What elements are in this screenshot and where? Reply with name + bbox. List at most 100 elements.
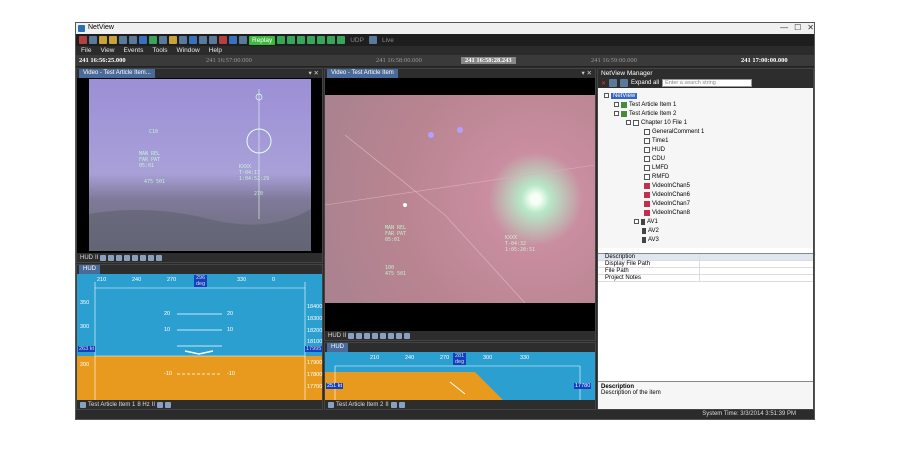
zoom-out-icon[interactable] [108, 254, 115, 261]
tree-node[interactable]: AV2 [642, 226, 659, 235]
tree-node[interactable]: VideoInChan5 [644, 181, 690, 190]
save-icon[interactable] [119, 36, 127, 44]
expand-all-button[interactable]: Expand all [631, 80, 659, 86]
table-icon[interactable] [139, 36, 147, 44]
play-icon[interactable] [297, 36, 306, 44]
event-icon[interactable] [169, 36, 177, 44]
pin-icon[interactable] [398, 401, 405, 408]
property-row[interactable]: Display File Path [598, 261, 813, 268]
maximize-button[interactable]: ☐ [794, 23, 801, 32]
minimize-button[interactable]: — [780, 23, 788, 32]
timeline[interactable]: 241 16:56:25.000 241 16:57:00.000 241 16… [76, 55, 814, 67]
print-icon[interactable] [129, 36, 137, 44]
pause-icon[interactable] [307, 36, 316, 44]
pause-button[interactable]: II [385, 402, 388, 408]
source-select[interactable]: Test Article Item 2 [336, 402, 383, 408]
step-forward-icon[interactable] [317, 36, 326, 44]
tree-node[interactable]: AV1 [634, 217, 658, 226]
live-button[interactable]: Live [382, 37, 394, 44]
menu-window[interactable]: Window [177, 46, 200, 55]
expand-toggle-icon[interactable] [614, 102, 619, 107]
hud-tab-1[interactable]: HUD [79, 265, 100, 274]
menu-file[interactable]: File [81, 46, 91, 55]
stop-icon[interactable] [277, 36, 286, 44]
tree-node[interactable]: Test Article Item 2 [614, 109, 676, 118]
wrench-icon[interactable] [390, 401, 397, 408]
pause-button[interactable]: II [152, 402, 155, 408]
panel-controls[interactable]: ▾ ✕ [581, 69, 592, 78]
tree-node[interactable]: Chapter 10 File 1 [626, 118, 687, 127]
panel-controls[interactable]: ▾ ✕ [308, 69, 319, 78]
property-row[interactable]: File Path [598, 268, 813, 275]
expand-toggle-icon[interactable] [604, 93, 609, 98]
settings-icon[interactable] [148, 254, 155, 261]
arrow-icon[interactable] [229, 36, 237, 44]
source-select[interactable]: Test Article Item 1 [88, 402, 135, 408]
skip-end-icon[interactable] [337, 36, 346, 44]
close-button[interactable]: ✕ [807, 23, 814, 32]
menu-help[interactable]: Help [209, 46, 222, 55]
folder-icon[interactable] [109, 36, 117, 44]
record-icon[interactable] [219, 36, 227, 44]
brightness-icon[interactable] [388, 332, 395, 339]
video-icon[interactable] [189, 36, 197, 44]
tree-node[interactable]: CDU [644, 154, 665, 163]
tree-node[interactable]: LMFD [644, 163, 668, 172]
crosshair-icon[interactable] [132, 254, 139, 261]
tree-node[interactable]: VideoInChan7 [644, 199, 690, 208]
tree-node[interactable]: RMFD [644, 172, 669, 181]
tree-node[interactable]: Time1 [644, 136, 668, 145]
open-folder-icon[interactable] [99, 36, 107, 44]
chart-icon[interactable] [149, 36, 157, 44]
menu-view[interactable]: View [100, 46, 114, 55]
hud-settings-icon[interactable] [80, 401, 86, 408]
pause-button[interactable]: II [343, 333, 346, 339]
tree-node[interactable]: GeneralComment 1 [644, 127, 704, 136]
pin-icon[interactable] [156, 254, 163, 261]
zoom-fit-icon[interactable] [364, 332, 371, 339]
delete-icon[interactable]: ✕ [601, 80, 606, 87]
tree-node[interactable]: AV3 [642, 235, 659, 244]
zoom-fit-icon[interactable] [116, 254, 123, 261]
new-icon[interactable] [89, 36, 97, 44]
network-icon[interactable] [368, 36, 377, 44]
zoom-in-icon[interactable] [348, 332, 355, 339]
tree-node[interactable]: VideoInChan6 [644, 190, 690, 199]
replay-button[interactable]: Replay [249, 35, 276, 45]
property-row[interactable]: Description [598, 254, 813, 261]
refresh-icon[interactable] [620, 79, 629, 87]
tree-node[interactable]: NetView [604, 91, 638, 100]
pin-icon[interactable] [165, 401, 172, 408]
menu-tools[interactable]: Tools [152, 46, 167, 55]
pin-icon[interactable] [404, 332, 411, 339]
video-tab-1[interactable]: Video - Test Article Item... [79, 69, 155, 78]
expand-toggle-icon[interactable] [614, 111, 619, 116]
expand-toggle-icon[interactable] [634, 219, 639, 224]
property-row[interactable]: Project Notes [598, 275, 813, 282]
fast-forward-icon[interactable] [327, 36, 336, 44]
gear-icon[interactable] [239, 36, 247, 44]
tree-node[interactable]: VideoInChan8 [644, 208, 690, 217]
hud-icon[interactable] [199, 36, 207, 44]
tree-node[interactable]: Test Article Item 1 [614, 100, 676, 109]
step-back-icon[interactable] [287, 36, 296, 44]
hud-settings-icon[interactable] [328, 401, 334, 408]
timeline-cursor[interactable]: 241 16:58:28.243 [461, 57, 516, 64]
zoom-out-icon[interactable] [356, 332, 363, 339]
tree-node[interactable]: HUD [644, 145, 665, 154]
udp-button[interactable]: UDP [350, 37, 364, 44]
clock-icon[interactable] [209, 36, 217, 44]
zoom-in-icon[interactable] [100, 254, 107, 261]
video-tab-2[interactable]: Video - Test Article Item [327, 69, 398, 78]
zoom-icon[interactable] [124, 254, 131, 261]
zoom-icon[interactable] [372, 332, 379, 339]
settings-icon[interactable] [396, 332, 403, 339]
expand-toggle-icon[interactable] [626, 120, 631, 125]
brightness-icon[interactable] [140, 254, 147, 261]
rate-select[interactable]: 8 Hz [137, 402, 149, 408]
pause-button[interactable]: II [95, 255, 98, 261]
hud-tab-2[interactable]: HUD [327, 343, 348, 352]
search-input[interactable]: Enter a search string [662, 79, 753, 87]
crosshair-icon[interactable] [380, 332, 387, 339]
wrench-icon[interactable] [157, 401, 164, 408]
